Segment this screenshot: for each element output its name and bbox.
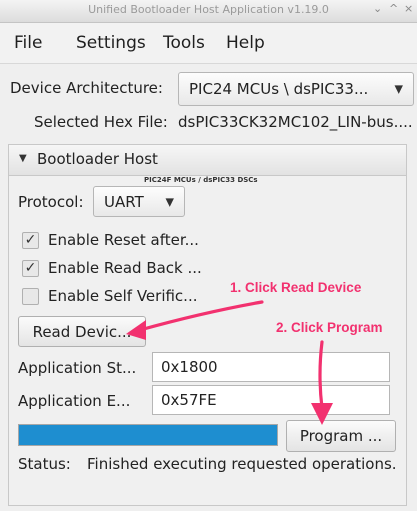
arrow-head-read-device xyxy=(126,320,146,340)
arrow-head-program xyxy=(311,403,333,425)
annotation-arrows xyxy=(126,300,333,425)
arrow-to-read-device xyxy=(138,300,264,332)
arrow-to-program xyxy=(318,340,324,410)
